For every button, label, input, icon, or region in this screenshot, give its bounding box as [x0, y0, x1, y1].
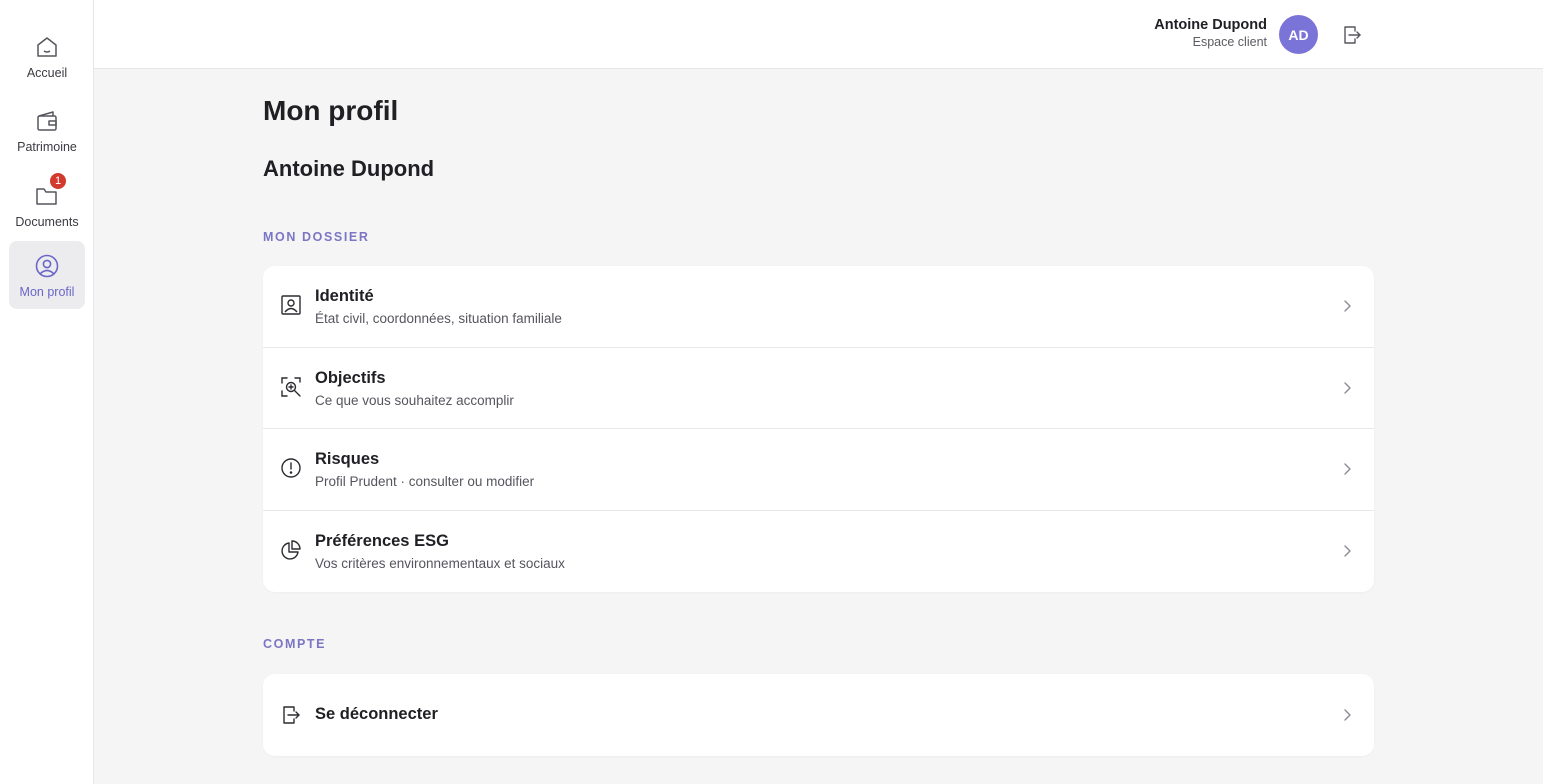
row-identite[interactable]: Identité État civil, coordonnées, situat… — [263, 266, 1374, 348]
target-search-icon — [281, 376, 301, 397]
dossier-card: Identité État civil, coordonnées, situat… — [263, 266, 1374, 592]
sidebar-item-label: Accueil — [26, 66, 68, 80]
row-subtitle: Profil Prudent · consulter ou modifier — [315, 474, 535, 489]
sidebar-item-label: Patrimoine — [17, 140, 77, 154]
row-preferences-esg[interactable]: Préférences ESG Vos critères environneme… — [263, 511, 1374, 593]
row-objectifs[interactable]: Objectifs Ce que vous souhaitez accompli… — [263, 348, 1374, 429]
user-subtitle: Espace client — [1192, 35, 1267, 49]
section-label-dossier: MON DOSSIER — [263, 230, 370, 244]
section-label-compte: COMPTE — [263, 637, 327, 651]
id-card-icon — [281, 295, 301, 315]
alert-circle-icon — [281, 458, 301, 478]
wallet-icon — [37, 111, 57, 131]
logout-icon[interactable] — [1340, 23, 1364, 47]
topbar: Antoine Dupond Espace client — [94, 0, 1543, 69]
user-name: Antoine Dupond — [1154, 17, 1267, 33]
row-title: Risques — [315, 450, 380, 468]
chevron-right-icon — [1344, 709, 1351, 721]
account-card: Se déconnecter — [263, 674, 1374, 756]
logout-label: Se déconnecter — [315, 705, 438, 723]
user-heading: Antoine Dupond — [263, 156, 435, 181]
sidebar-item-documents[interactable]: Documents — [9, 171, 85, 239]
row-subtitle: Vos critères environnementaux et sociaux — [315, 555, 565, 571]
chevron-right-icon — [1344, 381, 1351, 394]
chevron-right-icon — [1344, 300, 1351, 312]
row-risques[interactable]: Risques Profil Prudent · consulter ou mo… — [263, 429, 1374, 511]
page-title: Mon profil — [263, 95, 399, 126]
logout-icon — [283, 706, 300, 724]
row-title: Identité — [315, 287, 374, 305]
user-circle-icon — [35, 254, 59, 278]
sidebar-item-patrimoine[interactable]: Patrimoine — [9, 96, 85, 164]
user-info: Antoine Dupond Espace client — [1154, 17, 1267, 49]
row-subtitle: État civil, coordonnées, situation famil… — [315, 311, 562, 326]
sidebar-item-label: Mon profil — [19, 285, 75, 299]
chevron-right-icon — [1344, 463, 1351, 475]
sidebar-item-mon-profil[interactable]: Mon profil — [9, 241, 85, 309]
home-icon — [37, 37, 57, 57]
chevron-right-icon — [1344, 544, 1351, 557]
avatar[interactable]: AD — [1279, 15, 1318, 54]
sidebar: Accueil Patrimoine Documents 1 Mon profi… — [0, 0, 94, 784]
row-title: Préférences ESG — [315, 531, 449, 550]
sidebar-item-label: Documents — [15, 215, 79, 229]
row-logout[interactable]: Se déconnecter — [263, 674, 1374, 756]
row-title: Objectifs — [315, 368, 386, 387]
sidebar-item-accueil[interactable]: Accueil — [9, 22, 85, 90]
notification-badge: 1 — [49, 172, 67, 190]
row-subtitle: Ce que vous souhaitez accomplir — [315, 392, 514, 408]
pie-chart-icon — [281, 539, 301, 560]
